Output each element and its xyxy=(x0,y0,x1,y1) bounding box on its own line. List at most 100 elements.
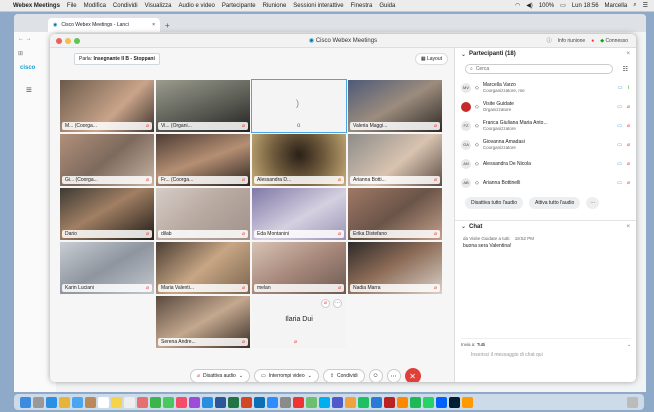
mail-icon[interactable] xyxy=(72,396,83,408)
participant-row[interactable]: ◇ Visite Guidate Organizzatore ▭ ⌀ xyxy=(461,97,630,116)
podcasts-icon[interactable] xyxy=(189,396,200,408)
recording-icon[interactable]: ● xyxy=(591,38,594,44)
acrobat-icon[interactable] xyxy=(293,396,304,408)
safari-icon[interactable] xyxy=(46,396,57,408)
video-tile[interactable]: Gi... (Coorga... ⌀ xyxy=(60,134,154,186)
word-icon[interactable] xyxy=(215,396,226,408)
stop-video-button[interactable]: ▭ Interrompi video ⌄ xyxy=(254,369,319,382)
share-button[interactable]: ⇪ Condividi xyxy=(322,369,365,382)
mic-off-icon[interactable]: ⌀ xyxy=(321,299,330,308)
video-tile-no-video[interactable]: ⌀ ⋯ Ilaria Dui ⌀ xyxy=(252,296,346,348)
menubar-app-name[interactable]: Webex Meetings xyxy=(13,3,60,9)
music-icon[interactable] xyxy=(176,396,187,408)
mic-muted-icon[interactable]: ⌀ xyxy=(627,180,630,186)
messages-icon[interactable] xyxy=(163,396,174,408)
appstore-icon[interactable] xyxy=(202,396,213,408)
collapse-icon[interactable]: ⌄ xyxy=(461,51,466,58)
more-icon[interactable]: ⋯ xyxy=(333,299,342,308)
close-icon[interactable]: × xyxy=(626,224,630,230)
chrome-icon[interactable] xyxy=(59,396,70,408)
calendar-icon[interactable] xyxy=(98,396,109,408)
video-tile[interactable]: Alessandra D... ⌀ xyxy=(252,134,346,186)
excel-icon[interactable] xyxy=(228,396,239,408)
menu-riunione[interactable]: Riunione xyxy=(263,3,287,9)
video-tile[interactable]: Erika Distefano ⌀ xyxy=(348,188,442,240)
video-tile[interactable]: Nadia Marra ⌀ xyxy=(348,242,442,294)
video-tile[interactable]: M... (Coorga... ⌀ xyxy=(60,80,154,132)
trash-icon[interactable] xyxy=(627,396,638,408)
mute-all-button[interactable]: Disattiva tutto l'audio xyxy=(465,197,523,209)
spotify-icon[interactable] xyxy=(410,396,421,408)
unmute-all-button[interactable]: Attiva tutto l'audio xyxy=(528,197,581,209)
participant-row[interactable]: FZ ◇ Franca Giuliana Maria Anto... Coorg… xyxy=(461,116,630,135)
video-tile[interactable]: dilab ⌀ xyxy=(156,188,250,240)
forward-icon[interactable]: → xyxy=(26,36,32,42)
chevron-down-icon[interactable]: ⌄ xyxy=(308,373,312,379)
vlc-icon[interactable] xyxy=(397,396,408,408)
menu-condividi[interactable]: Condividi xyxy=(113,3,138,9)
connection-status[interactable]: ◆ Connesso xyxy=(600,38,628,44)
meeting-info-link[interactable]: Info riunione xyxy=(558,38,586,44)
chevron-down-icon[interactable]: ⌄ xyxy=(627,342,631,348)
more-icon[interactable]: ⋯ xyxy=(586,197,600,209)
participant-row[interactable]: AB ◇ Arianna Bottinelli ▭ ⌀ xyxy=(461,173,630,192)
sort-icon[interactable]: ☷ xyxy=(623,66,628,73)
chat-to-select[interactable]: Tutti xyxy=(477,342,486,347)
keynote-icon[interactable] xyxy=(371,396,382,408)
mic-active-icon[interactable]: ⌇ xyxy=(628,85,630,91)
video-tile[interactable]: Fr... (Coorga... ⌀ xyxy=(156,134,250,186)
participants-search-input[interactable]: ⌕ Cerca xyxy=(465,64,613,74)
collapse-icon[interactable]: ⌄ xyxy=(461,223,466,230)
user-name[interactable]: Marcella xyxy=(605,3,628,9)
video-tile[interactable]: Karin Luciani ⌀ xyxy=(60,242,154,294)
end-call-button[interactable]: ✕ xyxy=(404,368,421,382)
chevron-down-icon[interactable]: ⌄ xyxy=(239,373,243,379)
finder-icon[interactable] xyxy=(20,396,31,408)
illustrator-icon[interactable] xyxy=(462,396,473,408)
emoji-icon[interactable]: ☺ xyxy=(368,369,383,382)
wifi-icon[interactable]: ◠ xyxy=(515,2,520,9)
participant-row[interactable]: AN ◇ Alessandra De Nicola ▭ ⌀ xyxy=(461,154,630,173)
video-tile[interactable]: Serena Andre... ⌀ xyxy=(156,296,250,348)
zoom-icon[interactable] xyxy=(267,396,278,408)
video-tile[interactable]: Arianna Botti... ⌀ xyxy=(348,134,442,186)
photoshop-icon[interactable] xyxy=(449,396,460,408)
more-options-icon[interactable]: ⋯ xyxy=(386,369,401,382)
browser-tab[interactable]: ◉ Cisco Webex Meetings - Lanci × xyxy=(48,18,160,32)
whatsapp-icon[interactable] xyxy=(423,396,434,408)
powerpoint-icon[interactable] xyxy=(241,396,252,408)
new-tab-button[interactable]: + xyxy=(165,21,170,30)
video-tile[interactable]: Valeria Maggi... ⌀ xyxy=(348,80,442,132)
close-icon[interactable]: × xyxy=(626,51,630,57)
mute-button[interactable]: ⌀ Disattiva audio ⌄ xyxy=(190,369,251,382)
skype-icon[interactable] xyxy=(319,396,330,408)
contacts-icon[interactable] xyxy=(85,396,96,408)
clock[interactable]: Lun 18:56 xyxy=(572,3,599,9)
list-icon[interactable]: ☰ xyxy=(643,2,648,9)
menu-modifica[interactable]: Modifica xyxy=(84,3,106,9)
menu-audio-video[interactable]: Audio e video xyxy=(179,3,215,9)
photos-icon[interactable] xyxy=(137,396,148,408)
numbers-icon[interactable] xyxy=(358,396,369,408)
mic-muted-icon[interactable]: ⌀ xyxy=(627,161,630,167)
back-icon[interactable]: ← xyxy=(18,36,24,42)
video-tile[interactable]: Maria Valenti... ⌀ xyxy=(156,242,250,294)
video-tile-active-speaker[interactable]: ) o xyxy=(251,79,347,133)
video-tile[interactable]: Dario ⌀ xyxy=(60,188,154,240)
mic-muted-icon[interactable]: ⌀ xyxy=(627,104,630,110)
search-icon[interactable]: ⌕ xyxy=(633,2,636,9)
menu-finestra[interactable]: Finestra xyxy=(351,3,373,9)
participant-row[interactable]: MV ◇ Marcella Varzo Coorganizzatore, me … xyxy=(461,78,630,97)
launchpad-icon[interactable] xyxy=(33,396,44,408)
menu-guida[interactable]: Guida xyxy=(379,3,395,9)
participant-row[interactable]: GA ◇ Giovanna Amadasi Coorganizzatore ▭ … xyxy=(461,135,630,154)
video-tile[interactable]: Vi... (Organi... ⌀ xyxy=(156,80,250,132)
info-icon[interactable]: ⓘ xyxy=(547,37,552,44)
menu-sessioni[interactable]: Sessioni interattive xyxy=(293,3,343,9)
menu-file[interactable]: File xyxy=(67,3,77,9)
layout-button[interactable]: ▦ Layout xyxy=(414,53,448,65)
webex-dock-icon[interactable] xyxy=(254,396,265,408)
chat-input[interactable]: Inserisci il messaggio di chat qui xyxy=(461,347,631,363)
video-tile[interactable]: Eda Montanini ⌀ xyxy=(252,188,346,240)
video-tile[interactable]: melan ⌀ xyxy=(252,242,346,294)
